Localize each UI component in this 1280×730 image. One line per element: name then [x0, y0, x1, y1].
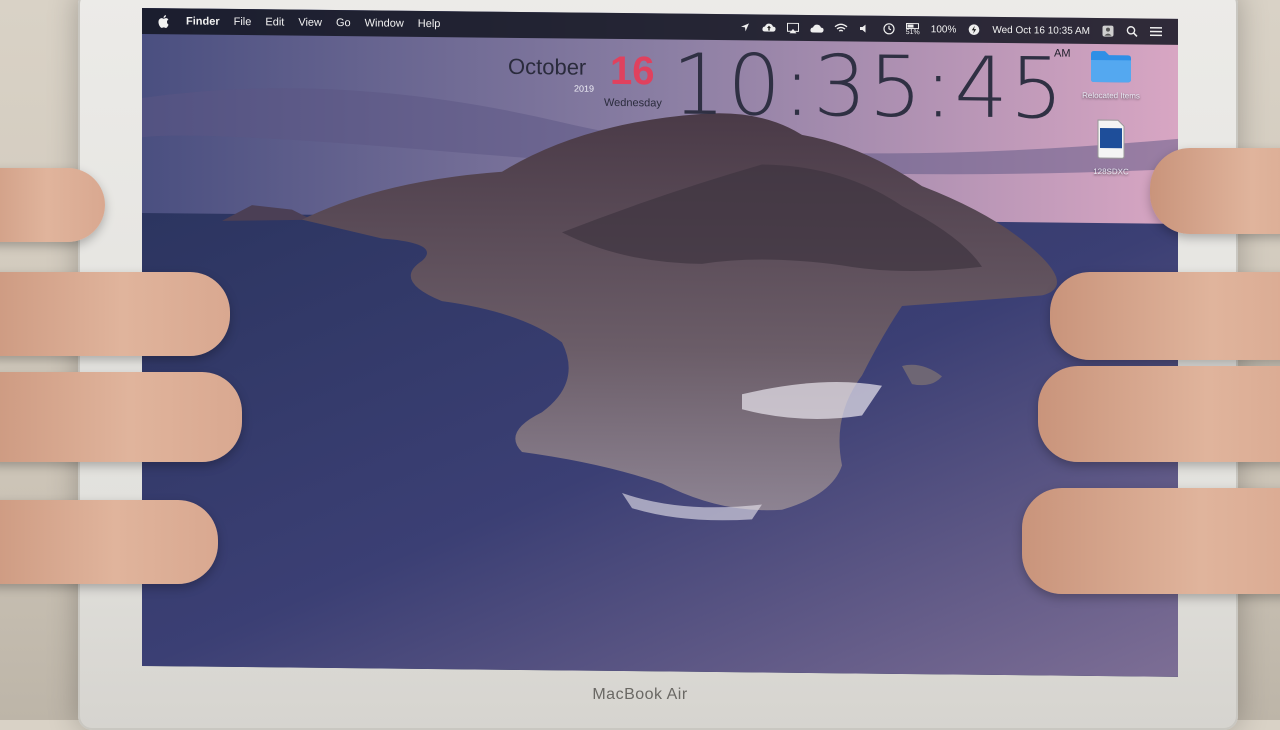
clock-widget-time: 10:35:45 [672, 35, 1066, 138]
clock-widget-year: 2019 [574, 83, 595, 94]
desktop-icon-label: 128SDXC [1093, 166, 1129, 177]
battery-small-label: 51% [905, 28, 920, 36]
desktop-icon-relocated-items[interactable]: Relocated Items [1066, 48, 1156, 101]
folder-icon [1091, 50, 1131, 83]
right-hand-finger [1050, 272, 1280, 360]
right-hand-finger [1022, 488, 1280, 594]
clock-widget-day: 16 [610, 48, 655, 94]
battery-meter-icon[interactable]: 51% [905, 22, 920, 36]
apple-menu-icon[interactable] [156, 13, 172, 29]
laptop-brand-label: MacBook Air [592, 686, 688, 703]
location-icon[interactable] [738, 20, 752, 34]
left-hand-finger [0, 500, 218, 584]
desktop-screen: Finder File Edit View Go Window Help 51%… [142, 8, 1178, 677]
desktop-icon-sd-card[interactable]: 128SDXC [1066, 118, 1156, 177]
clock-widget-weekday: Wednesday [604, 96, 662, 110]
right-hand-finger [1150, 148, 1280, 234]
power-adapter-icon[interactable] [967, 23, 981, 37]
left-hand-finger [0, 168, 105, 242]
cloud-icon[interactable] [810, 21, 824, 35]
sd-card-icon [1097, 119, 1125, 159]
clock-widget-month: October [508, 53, 587, 80]
menu-edit[interactable]: Edit [265, 16, 284, 28]
volume-icon[interactable] [858, 21, 872, 35]
airplay-icon[interactable] [786, 21, 800, 35]
spotlight-search-icon[interactable] [1125, 24, 1139, 38]
user-account-icon[interactable] [1101, 24, 1115, 38]
menu-help[interactable]: Help [418, 18, 441, 30]
menu-window[interactable]: Window [365, 17, 404, 29]
menu-view[interactable]: View [298, 17, 322, 29]
wifi-icon[interactable] [834, 21, 848, 35]
menu-file[interactable]: File [234, 16, 252, 28]
menu-go[interactable]: Go [336, 17, 351, 29]
left-hand-finger [0, 272, 230, 356]
desktop-icon-label: Relocated Items [1082, 90, 1140, 101]
battery-percent[interactable]: 100% [931, 24, 957, 35]
left-hand-finger [0, 372, 242, 462]
time-machine-icon[interactable] [882, 22, 896, 36]
notification-center-icon[interactable] [1149, 25, 1163, 39]
right-hand-finger [1038, 366, 1280, 462]
menubar-clock[interactable]: Wed Oct 16 10:35 AM [992, 24, 1090, 36]
cloud-upload-icon[interactable] [762, 20, 776, 34]
menu-finder[interactable]: Finder [186, 15, 220, 27]
